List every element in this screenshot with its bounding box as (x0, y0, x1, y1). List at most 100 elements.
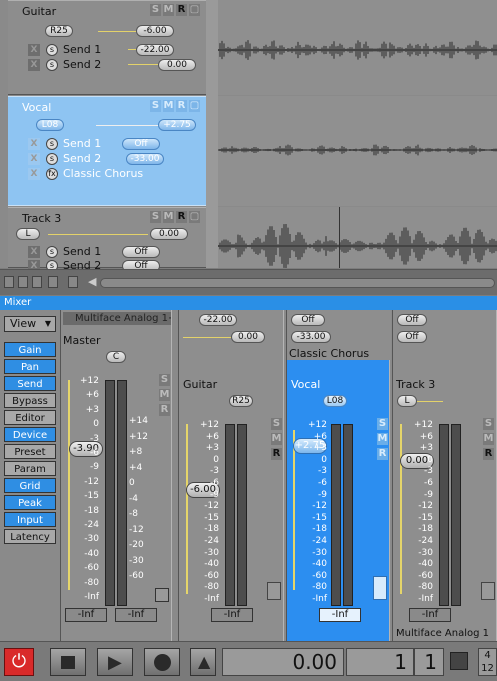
master-peak-right[interactable]: -Inf (115, 608, 157, 622)
record-arm-button[interactable]: R (377, 448, 388, 460)
track-name[interactable]: Guitar (22, 5, 56, 18)
strip-pan[interactable]: R25 (229, 395, 253, 407)
strip-pan[interactable]: L (397, 395, 417, 407)
volume-control[interactable]: +2.75 (158, 119, 196, 131)
time-display[interactable]: 0.00 (222, 648, 344, 676)
solo-button[interactable]: S (271, 418, 282, 430)
beat-display[interactable]: 1 (414, 648, 444, 676)
mixer-toggle-peak[interactable]: Peak (4, 495, 56, 510)
mixer-toggle-latency[interactable]: Latency (4, 529, 56, 544)
master-pan[interactable]: C (106, 351, 126, 363)
mixer-toggle-grid[interactable]: Grid (4, 478, 56, 493)
fx-disable-icon[interactable]: X (28, 168, 40, 180)
mute-button[interactable]: M (163, 100, 174, 112)
send-value[interactable]: -33.00 (126, 153, 164, 165)
send1-value[interactable]: Off (397, 314, 427, 326)
send-value[interactable]: -22.00 (136, 44, 174, 56)
strip-peak[interactable]: -Inf (319, 608, 361, 622)
time-signature[interactable]: 4 12 (478, 648, 497, 676)
record-arm-button[interactable]: R (483, 448, 494, 460)
send2-value[interactable]: -33.00 (291, 331, 331, 343)
record-button[interactable] (144, 648, 180, 676)
track-options-icon[interactable]: ▢ (189, 211, 200, 223)
track-divider[interactable] (206, 0, 218, 268)
strip-pan[interactable]: L08 (323, 395, 347, 407)
mixer-toggle-param[interactable]: Param (4, 461, 56, 476)
grid-icon[interactable] (373, 576, 387, 600)
volume-control[interactable]: 0.00 (150, 228, 188, 240)
solo-button[interactable]: S (150, 211, 161, 223)
solo-button[interactable]: S (150, 100, 161, 112)
grid-icon[interactable] (481, 582, 495, 600)
record-arm-button[interactable]: R (159, 404, 170, 416)
send1-value[interactable]: Off (291, 314, 325, 326)
bar-display[interactable]: 1 (346, 648, 414, 676)
strip-peak[interactable]: -Inf (211, 608, 253, 622)
power-icon[interactable]: ⏻ (4, 648, 34, 676)
solo-button[interactable]: S (159, 374, 170, 386)
stop-button[interactable] (50, 648, 86, 676)
track-name[interactable]: Track 3 (22, 212, 61, 225)
send-disable-icon[interactable]: X (28, 138, 40, 150)
track-options-icon[interactable]: ▢ (189, 4, 200, 16)
send-icon[interactable]: s (46, 246, 58, 258)
mute-button[interactable]: M (163, 4, 174, 16)
mute-button[interactable]: M (483, 433, 494, 445)
scroll-thumb[interactable] (100, 278, 495, 288)
mixer-toggle-preset[interactable]: Preset (4, 444, 56, 459)
send-disable-icon[interactable]: X (28, 153, 40, 165)
view-dropdown[interactable]: View ▼ (4, 316, 56, 332)
send-icon[interactable]: s (46, 44, 58, 56)
record-arm-button[interactable]: R (176, 100, 187, 112)
record-arm-button[interactable]: R (271, 448, 282, 460)
loop-icon[interactable] (450, 652, 468, 670)
send2-value[interactable]: 0.00 (231, 331, 265, 343)
mixer-toggle-bypass[interactable]: Bypass (4, 393, 56, 408)
solo-button[interactable]: S (150, 4, 161, 16)
mute-button[interactable]: M (377, 433, 388, 445)
strip-peak[interactable]: -Inf (409, 608, 451, 622)
track-header-guitar[interactable]: Guitar S M R ▢ R25 -6.00 X s Send 1 -22.… (8, 0, 206, 95)
mixer-toggle-send[interactable]: Send (4, 376, 56, 391)
volume-control[interactable]: -6.00 (136, 25, 174, 37)
pan-control[interactable]: R25 (45, 25, 73, 37)
send-value[interactable]: Off (122, 246, 160, 258)
mixer-toggle-input[interactable]: Input (4, 512, 56, 527)
send-value[interactable]: Off (122, 138, 160, 150)
strip-output[interactable]: Multiface Analog 1 (396, 628, 489, 639)
fx-icon[interactable]: fx (46, 168, 58, 180)
insert-name[interactable]: Classic Chorus (289, 347, 369, 360)
pan-control[interactable]: L08 (36, 119, 64, 131)
send-icon[interactable]: s (46, 59, 58, 71)
send-icon[interactable]: s (46, 153, 58, 165)
send-icon[interactable]: s (46, 138, 58, 150)
master-output-device[interactable]: Multiface Analog 1+ (63, 312, 171, 325)
mute-button[interactable]: M (271, 433, 282, 445)
track-header-track3[interactable]: Track 3 S M R ▢ L 0.00 X s Send 1 Off X … (8, 207, 206, 272)
metronome-button[interactable]: ▲ (190, 648, 216, 676)
grid-icon[interactable] (267, 582, 281, 600)
track-options-icon[interactable]: ▢ (189, 100, 200, 112)
mixer-toggle-pan[interactable]: Pan (4, 359, 56, 374)
record-arm-button[interactable]: R (176, 211, 187, 223)
send-disable-icon[interactable]: X (28, 44, 40, 56)
send2-value[interactable]: Off (397, 331, 427, 343)
solo-button[interactable]: S (483, 418, 494, 430)
send-disable-icon[interactable]: X (28, 246, 40, 258)
send1-value[interactable]: -22.00 (199, 314, 237, 326)
send-disable-icon[interactable]: X (28, 59, 40, 71)
track-name[interactable]: Vocal (22, 101, 51, 114)
grid-icon[interactable] (155, 588, 169, 602)
mute-button[interactable]: M (163, 211, 174, 223)
fx-label[interactable]: Classic Chorus (63, 167, 143, 180)
scroll-left-icon[interactable]: ◀ (88, 275, 96, 288)
master-peak-left[interactable]: -Inf (65, 608, 107, 622)
mixer-toggle-editor[interactable]: Editor (4, 410, 56, 425)
record-arm-button[interactable]: R (176, 4, 187, 16)
mute-button[interactable]: M (159, 389, 170, 401)
track-header-vocal[interactable]: Vocal S M R ▢ L08 +2.75 X s Send 1 Off X… (8, 96, 206, 206)
play-button[interactable]: ▶ (97, 648, 133, 676)
solo-button[interactable]: S (377, 418, 388, 430)
mixer-toggle-gain[interactable]: Gain (4, 342, 56, 357)
send-value[interactable]: 0.00 (158, 59, 196, 71)
